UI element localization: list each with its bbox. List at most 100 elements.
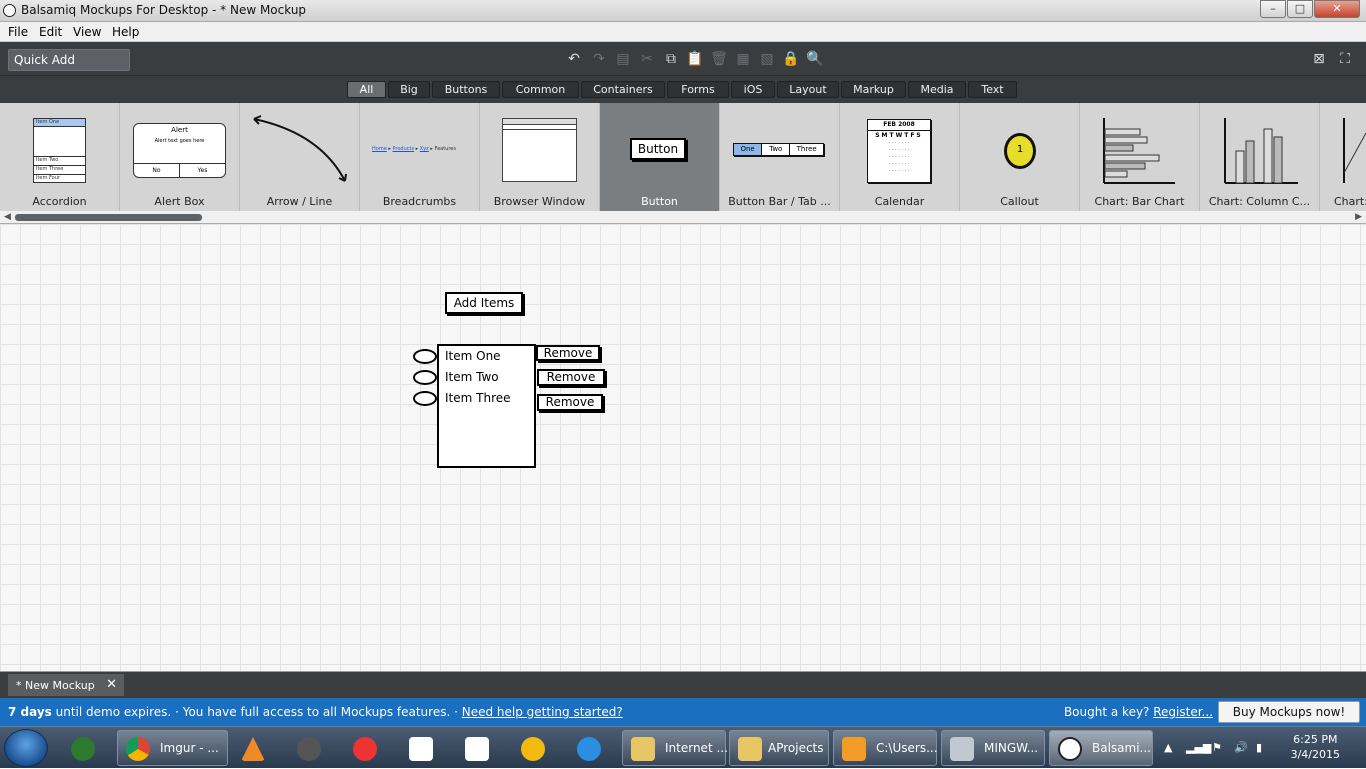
library-item-button[interactable]: Button Button: [600, 103, 720, 211]
remove-button[interactable]: Remove: [537, 394, 603, 411]
library-item-chart-partial[interactable]: Chart:: [1320, 103, 1366, 211]
radio-button[interactable]: [413, 391, 437, 406]
start-button[interactable]: [4, 729, 48, 767]
pinned-app[interactable]: [568, 730, 608, 766]
menu-help[interactable]: Help: [112, 25, 139, 39]
taskbar-item-label: Balsami...: [1092, 741, 1151, 755]
accordion-thumb-item: Item Two: [34, 157, 85, 166]
taskbar-item[interactable]: MINGW...: [941, 730, 1045, 766]
search-icon[interactable]: 🔍: [806, 50, 824, 68]
flag-icon[interactable]: ⚑: [1212, 741, 1222, 754]
library-item-browser-window[interactable]: Browser Window: [480, 103, 600, 211]
menu-edit[interactable]: Edit: [39, 25, 62, 39]
taskbar-item-active[interactable]: Balsami...: [1049, 730, 1153, 766]
fullscreen-icon[interactable]: ⛶: [1336, 50, 1354, 68]
demo-days: 7 days: [8, 705, 52, 719]
tab-all[interactable]: All: [347, 81, 386, 98]
remove-button[interactable]: Remove: [536, 345, 600, 361]
tab-markup[interactable]: Markup: [841, 81, 906, 98]
app-icon: [71, 737, 95, 761]
show-hidden-icons[interactable]: ▲: [1164, 741, 1172, 754]
help-link[interactable]: Need help getting started?: [462, 705, 623, 719]
radio-button[interactable]: [413, 370, 437, 385]
power-icon[interactable]: ▮: [1256, 741, 1262, 754]
remove-button[interactable]: Remove: [537, 369, 605, 386]
bar-chart-thumbnail: [1103, 118, 1175, 184]
tab-buttons[interactable]: Buttons: [432, 81, 500, 98]
menu-file[interactable]: File: [8, 25, 28, 39]
group-icon[interactable]: ▦: [734, 50, 752, 68]
pinned-app[interactable]: [288, 730, 328, 766]
access-text: You have full access to all Mockups feat…: [182, 705, 451, 719]
library-item-label: Browser Window: [493, 195, 586, 208]
library-item-arrow-line[interactable]: Arrow / Line: [240, 103, 360, 211]
close-button[interactable]: ✕: [1314, 0, 1360, 18]
cut-icon[interactable]: ✂: [638, 50, 656, 68]
pinned-app[interactable]: [400, 730, 440, 766]
library-item-alert-box[interactable]: Alert Alert text goes here No Yes Alert …: [120, 103, 240, 211]
close-view-icon[interactable]: ⊠: [1310, 50, 1328, 68]
tab-common[interactable]: Common: [502, 81, 579, 98]
lock-icon[interactable]: 🔒: [782, 50, 800, 68]
taskbar-item[interactable]: AProjects: [729, 730, 829, 766]
library-item-calendar[interactable]: FEB 2008 SMTWTFS · · · · · · · · · · · · …: [840, 103, 960, 211]
pinned-app[interactable]: [512, 730, 552, 766]
list-item[interactable]: Item One: [445, 349, 501, 363]
scroll-right-icon[interactable]: ▶: [1355, 212, 1362, 222]
tab-big[interactable]: Big: [388, 81, 430, 98]
pinned-app[interactable]: [62, 730, 110, 766]
pinned-app[interactable]: [232, 730, 272, 766]
scroll-left-icon[interactable]: ◀: [4, 212, 11, 222]
tab-ios[interactable]: iOS: [731, 81, 775, 98]
maximize-button[interactable]: □: [1287, 0, 1313, 18]
delete-icon[interactable]: 🗑: [710, 50, 728, 68]
calendar-thumbnail: FEB 2008 SMTWTFS · · · · · · · · · · · · …: [840, 103, 960, 195]
minimize-button[interactable]: –: [1260, 0, 1286, 18]
taskbar-item[interactable]: Imgur - ...: [117, 730, 228, 766]
library-item-column-chart[interactable]: Chart: Column C...: [1200, 103, 1320, 211]
close-tab-icon[interactable]: ✕: [106, 677, 117, 692]
duplicate-icon[interactable]: ▤: [614, 50, 632, 68]
quick-add-input[interactable]: Quick Add: [8, 49, 130, 71]
library-item-breadcrumbs[interactable]: Home ▸ Products ▸ Xyz ▸ Features Breadcr…: [360, 103, 480, 211]
clock-date: 3/4/2015: [1290, 748, 1340, 761]
tab-new-mockup[interactable]: * New Mockup ✕: [8, 674, 124, 696]
pinned-app[interactable]: [344, 730, 384, 766]
library-item-accordion[interactable]: Item One Item Two Item Three Item Four A…: [0, 103, 120, 211]
internet-explorer-icon: [577, 737, 601, 761]
register-link[interactable]: Register...: [1153, 705, 1213, 719]
taskbar-item[interactable]: Internet ...: [622, 730, 728, 766]
library-item-label: Chart: Column C...: [1208, 195, 1311, 208]
add-items-button[interactable]: Add Items: [445, 292, 523, 314]
undo-icon[interactable]: ↶: [565, 50, 583, 68]
breadcrumb-thumb: Features: [434, 146, 456, 152]
folder-icon: [631, 737, 655, 761]
taskbar-item[interactable]: C:\Users...: [833, 730, 938, 766]
menu-view[interactable]: View: [73, 25, 101, 39]
library-item-bar-chart[interactable]: Chart: Bar Chart: [1080, 103, 1200, 211]
buy-mockups-button[interactable]: Buy Mockups now!: [1218, 701, 1360, 723]
tab-layout[interactable]: Layout: [777, 81, 839, 98]
list-item[interactable]: Item Two: [445, 370, 499, 384]
copy-icon[interactable]: ⧉: [662, 50, 680, 68]
radio-button[interactable]: [413, 349, 437, 364]
mockup-canvas[interactable]: [0, 224, 1366, 672]
clock[interactable]: 6:25 PM 3/4/2015: [1291, 732, 1340, 762]
pinned-app[interactable]: [456, 730, 496, 766]
redo-icon[interactable]: ↷: [590, 50, 608, 68]
tab-media[interactable]: Media: [908, 81, 966, 98]
tab-forms[interactable]: Forms: [667, 81, 729, 98]
taskbar-item-label: AProjects: [768, 741, 824, 755]
tab-containers[interactable]: Containers: [581, 81, 665, 98]
tab-text[interactable]: Text: [968, 81, 1017, 98]
volume-icon[interactable]: 🔊: [1234, 741, 1248, 754]
library-item-callout[interactable]: 1 Callout: [960, 103, 1080, 211]
list-item[interactable]: Item Three: [445, 391, 511, 405]
scrollbar-thumb[interactable]: [15, 214, 202, 221]
library-item-button-bar[interactable]: One Two Three Button Bar / Tab ...: [720, 103, 840, 211]
paste-icon[interactable]: 📋: [686, 50, 704, 68]
library-scrollbar[interactable]: ◀ ▶: [0, 211, 1366, 224]
ungroup-icon[interactable]: ▧: [758, 50, 776, 68]
signal-icon[interactable]: ▂▄▆: [1186, 741, 1211, 754]
callout-thumbnail: 1: [960, 103, 1080, 195]
